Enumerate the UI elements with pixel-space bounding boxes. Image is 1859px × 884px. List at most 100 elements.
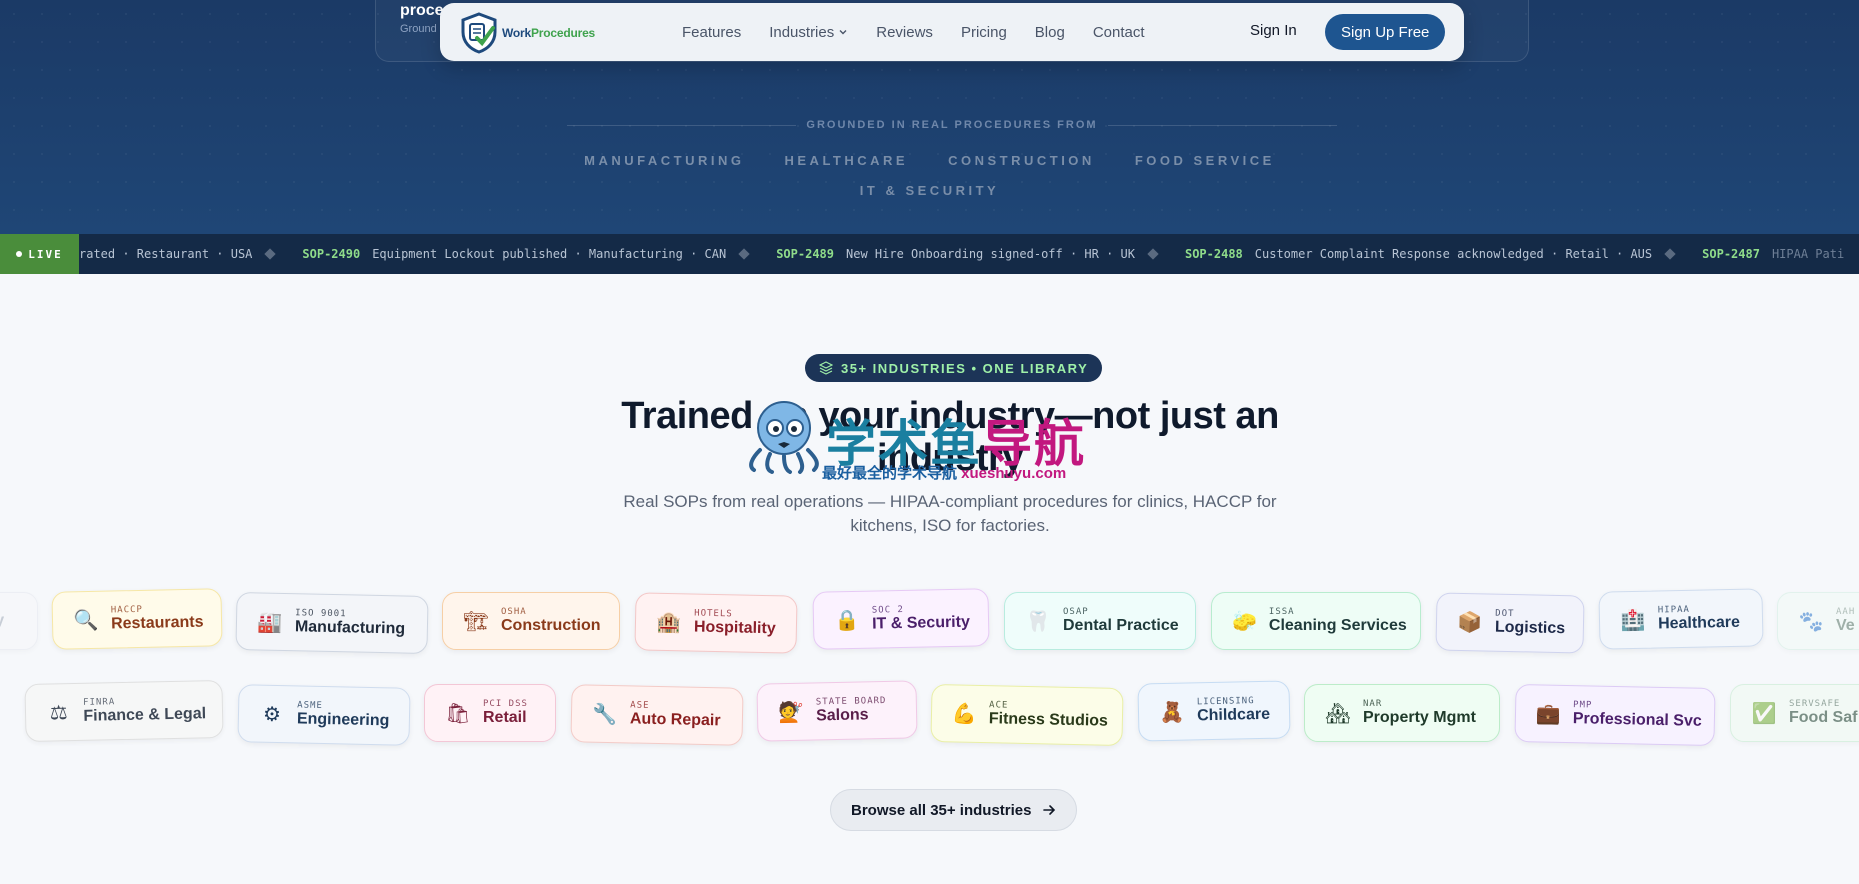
grounded-heading: GROUNDED IN REAL PROCEDURES FROM <box>567 118 1337 132</box>
industry-pill[interactable]: 🏘 NAR Property Mgmt <box>1304 684 1500 742</box>
ticker-text: Equipment Lockout published · Manufactur… <box>372 247 727 261</box>
industry-list-row-1: MANUFACTURING HEALTHCARE CONSTRUCTION FO… <box>0 153 1859 168</box>
industry-manufacturing: MANUFACTURING <box>584 153 745 168</box>
ticker-sop-id: SOP-2490 <box>302 247 361 261</box>
industry-icon: 🛍 <box>445 702 471 725</box>
industry-pill-text: HIPAA Healthcare <box>1658 604 1740 634</box>
top-navbar: WorkProcedures Features Industries Revie… <box>440 3 1464 61</box>
industry-name: Cleaning Services <box>1268 617 1407 634</box>
industry-name: Manufacturing <box>294 618 406 638</box>
industry-standard-tag: SOC 2 <box>871 604 905 616</box>
industry-pill[interactable]: 🐾 AAH Ve <box>1777 592 1859 650</box>
diamond-icon <box>1664 248 1676 260</box>
industry-list-row-2: IT & SECURITY <box>0 183 1859 198</box>
ticker-text: HIPAA Pati <box>1771 247 1845 261</box>
industry-name: Construction <box>501 617 601 634</box>
industry-name: ry <box>0 612 4 630</box>
industry-pills-row-1: 🔎ry 🔍 HACCPRestaurants 🏭 ISO 9001Manufacturi… <box>0 586 1859 656</box>
arrow-right-icon <box>1042 805 1055 815</box>
live-dot-icon <box>16 251 23 257</box>
ticker-text: rated · Restaurant · USA <box>79 247 253 261</box>
logo-text-procedures: Procedures <box>530 26 596 40</box>
divider <box>1107 124 1337 126</box>
industry-icon: 🔒 <box>834 609 860 632</box>
industry-pill[interactable]: 🏗 OSHA Construction <box>442 592 620 650</box>
logo[interactable]: WorkProcedures <box>460 12 595 54</box>
industry-pill-text: OSHA Construction <box>501 607 601 635</box>
nav-features[interactable]: Features <box>682 24 741 41</box>
ticker-sop-id: SOP-2489 <box>776 247 834 261</box>
industry-name: IT & Security <box>871 613 971 633</box>
industry-pill[interactable]: ⚙ ASME Engineering <box>237 684 411 746</box>
browse-industries-button[interactable]: Browse all 35+ industries <box>830 789 1077 831</box>
layers-icon <box>819 361 833 375</box>
industry-food-service: FOOD SERVICE <box>1134 153 1275 168</box>
industry-pill[interactable]: 📦 DOT Logistics <box>1435 592 1585 654</box>
page-headline: Trained on your industry—not just an ind… <box>621 395 1279 479</box>
industry-icon: 🏨 <box>656 611 682 634</box>
nav-contact[interactable]: Contact <box>1093 24 1145 41</box>
industry-pill[interactable]: 🔎ry <box>0 592 38 650</box>
industry-standard-tag: DOT <box>1495 608 1515 620</box>
industry-pill[interactable]: ✅ SERVSAFE Food Saf <box>1730 684 1859 742</box>
industry-standard-tag: HIPAA <box>1657 604 1691 616</box>
live-label: LIVE <box>28 247 63 261</box>
industry-standard-tag: PCI DSS <box>483 699 528 709</box>
industry-pill[interactable]: 🛍 PCI DSS Retail <box>424 684 556 742</box>
industry-icon: 🦷 <box>1025 610 1051 633</box>
ticker-item: SOP-2490 Equipment Lockout published · Ma… <box>302 247 750 261</box>
industry-pill-text: DOT Logistics <box>1495 609 1566 638</box>
industry-pill-text: AAH Ve <box>1836 607 1855 635</box>
industry-icon: 💼 <box>1535 702 1562 726</box>
industry-name: Finance & Legal <box>83 705 207 725</box>
nav-industries[interactable]: Industries <box>769 24 848 41</box>
industry-pill[interactable]: 🏨 HOTELS Hospitality <box>634 592 798 654</box>
ticker-sop-id: SOP-2487 <box>1702 247 1760 261</box>
industry-name: Auto Repair <box>629 710 721 730</box>
industry-pill[interactable]: ⚖ FINRA Finance & Legal <box>24 679 224 743</box>
hero-card-title: proce <box>400 2 444 19</box>
industry-it-security: IT & SECURITY <box>859 183 1000 198</box>
industry-name: Salons <box>815 706 869 725</box>
industry-pill[interactable]: 💪 ACE Fitness Studios <box>930 683 1124 747</box>
industry-pill[interactable]: 🔍 HACCP Restaurants <box>51 588 223 650</box>
industry-icon: ✅ <box>1751 702 1777 725</box>
industry-name: Engineering <box>296 710 390 730</box>
ticker-track: rated · Restaurant · USA SOP-2490 Equipme… <box>79 234 1859 274</box>
industry-pill-text: ISSA Cleaning Services <box>1269 607 1407 635</box>
industry-pill[interactable]: 🧸 LICENSING Childcare <box>1137 680 1291 742</box>
industry-standard-tag: STATE BOARD <box>815 695 887 708</box>
industry-icon: ⚖ <box>49 701 68 725</box>
industry-pills-row-2: ⚖ FINRA Finance & Legal ⚙ ASME Engineering 🛍 PC… <box>0 678 1859 748</box>
industry-pill[interactable]: 💇 STATE BOARD Salons <box>756 680 918 742</box>
page-subtext: Real SOPs from real operations — HIPAA-c… <box>623 492 1277 535</box>
industry-name: Property Mgmt <box>1363 709 1476 726</box>
industry-standard-tag: ASME <box>297 700 323 711</box>
industry-pill[interactable]: 🏭 ISO 9001 Manufacturing <box>235 591 429 655</box>
industry-pill[interactable]: 🔧 ASE Auto Repair <box>570 684 744 746</box>
industry-pill[interactable]: 🏥 HIPAA Healthcare <box>1598 588 1764 650</box>
browse-label: Browse all 35+ industries <box>851 801 1032 819</box>
sign-in-link[interactable]: Sign In <box>1250 22 1297 39</box>
industry-standard-tag: OSHA <box>501 607 527 617</box>
industry-pill-text: SERVSAFE Food Saf <box>1789 699 1857 727</box>
industry-name: Fitness Studios <box>988 710 1109 730</box>
industry-pill[interactable]: 💼 PMP Professional Svc <box>1514 683 1716 747</box>
diamond-icon <box>738 248 750 260</box>
ticker-item: SOP-2487 HIPAA Pati <box>1702 247 1844 261</box>
nav-links: Features Industries Reviews Pricing Blog… <box>682 3 1173 61</box>
industry-pill-text: ISO 9001 Manufacturing <box>295 608 406 638</box>
industry-pill[interactable]: 🔒 SOC 2 IT & Security <box>812 588 990 650</box>
industry-pill-text: HACCP Restaurants <box>111 604 204 634</box>
nav-reviews[interactable]: Reviews <box>876 24 933 41</box>
industry-pill[interactable]: 🦷 OSAP Dental Practice <box>1004 592 1196 650</box>
sign-up-button[interactable]: Sign Up Free <box>1325 14 1446 50</box>
industry-icon: 🏘 <box>1325 702 1351 725</box>
nav-pricing[interactable]: Pricing <box>961 24 1007 41</box>
live-badge: LIVE <box>0 234 79 274</box>
industry-pill[interactable]: 🧽 ISSA Cleaning Services <box>1211 592 1421 650</box>
live-ticker: LIVE rated · Restaurant · USA SOP-2490 Eq… <box>0 234 1859 274</box>
industry-name: Retail <box>483 709 527 726</box>
hero-card-subtitle: Ground <box>400 23 437 35</box>
nav-blog[interactable]: Blog <box>1035 24 1065 41</box>
